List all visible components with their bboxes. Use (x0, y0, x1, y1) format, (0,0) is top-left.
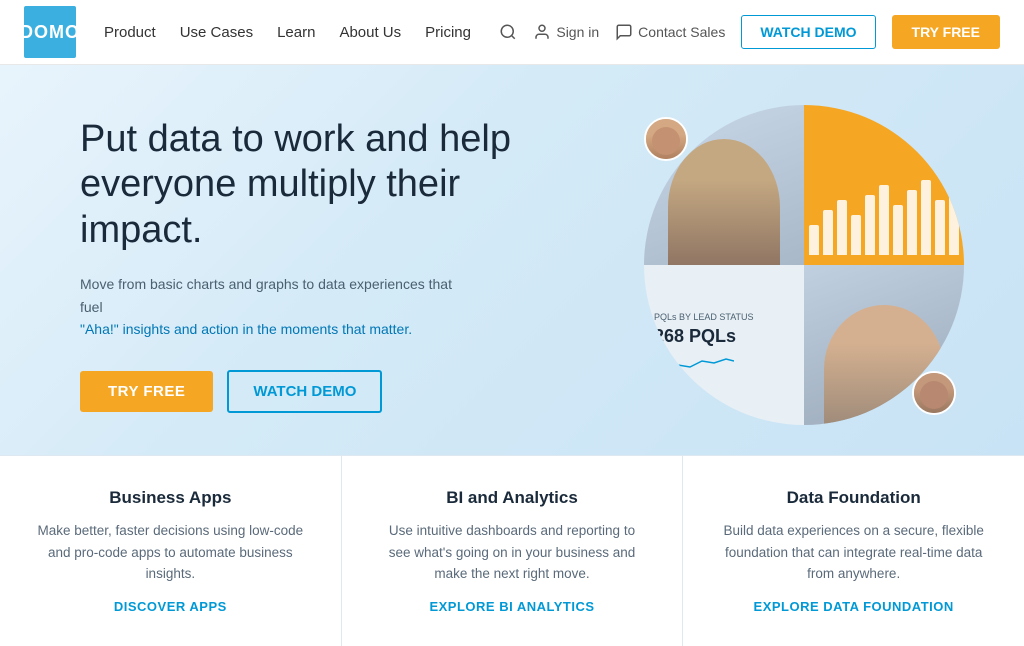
nav-links: Product Use Cases Learn About Us Pricing (104, 20, 471, 45)
mini-bar-chart (809, 175, 959, 255)
user-icon (533, 23, 551, 41)
bar (851, 215, 861, 255)
card-bi-analytics: BI and Analytics Use intuitive dashboard… (342, 456, 684, 646)
hero-subtext: Move from basic charts and graphs to dat… (80, 273, 460, 340)
card-bi-analytics-title: BI and Analytics (378, 488, 647, 508)
chat-icon (615, 23, 633, 41)
bar (865, 195, 875, 255)
bar (949, 175, 959, 255)
navbar: DOMO Product Use Cases Learn About Us Pr… (0, 0, 1024, 65)
bar (823, 210, 833, 255)
bar (935, 200, 945, 255)
card-business-apps-link[interactable]: DISCOVER APPS (36, 599, 305, 614)
stat-quadrant: PQLs BY LEAD STATUS 268 PQLs (644, 265, 804, 425)
avatar-2 (912, 371, 956, 415)
navbar-watch-demo-button[interactable]: WATCH DEMO (741, 15, 875, 49)
hero-circle-collage: PQLs BY LEAD STATUS 268 PQLs (644, 105, 964, 425)
navbar-left: DOMO Product Use Cases Learn About Us Pr… (24, 6, 471, 58)
nav-item-learn[interactable]: Learn (277, 20, 315, 45)
search-icon (499, 23, 517, 41)
nav-item-use-cases[interactable]: Use Cases (180, 20, 253, 45)
hero-visual: PQLs BY LEAD STATUS 268 PQLs (584, 115, 964, 415)
hero-subtext-line2: "Aha!" insights and action in the moment… (80, 321, 412, 337)
mini-sparkline (654, 351, 794, 379)
contact-sales-label: Contact Sales (638, 24, 725, 40)
card-bi-analytics-text: Use intuitive dashboards and reporting t… (378, 520, 647, 585)
sign-in-button[interactable]: Sign in (533, 23, 599, 41)
card-data-foundation-text: Build data experiences on a secure, flex… (719, 520, 988, 585)
navbar-right: Sign in Contact Sales WATCH DEMO TRY FRE… (499, 15, 1000, 49)
bar (837, 200, 847, 255)
card-data-foundation-title: Data Foundation (719, 488, 988, 508)
logo-text: DOMO (20, 22, 80, 43)
bar (809, 225, 819, 255)
stat-label: PQLs BY LEAD STATUS (654, 312, 794, 322)
nav-item-product[interactable]: Product (104, 20, 156, 45)
hero-try-free-button[interactable]: TRY FREE (80, 371, 213, 412)
card-data-foundation-link[interactable]: EXPLORE DATA FOUNDATION (719, 599, 988, 614)
bar (921, 180, 931, 255)
hero-buttons: TRY FREE WATCH DEMO (80, 370, 540, 413)
hero-section: Put data to work and help everyone multi… (0, 65, 1024, 455)
card-business-apps: Business Apps Make better, faster decisi… (0, 456, 342, 646)
bar (907, 190, 917, 255)
hero-watch-demo-button[interactable]: WATCH DEMO (227, 370, 382, 413)
bar-chart-quadrant (804, 105, 964, 265)
bar (893, 205, 903, 255)
search-button[interactable] (499, 23, 517, 41)
hero-content: Put data to work and help everyone multi… (80, 117, 540, 414)
stat-value: 268 PQLs (654, 326, 794, 347)
logo[interactable]: DOMO (24, 6, 76, 58)
sparkline-svg (654, 351, 734, 379)
avatar-1 (644, 117, 688, 161)
card-business-apps-text: Make better, faster decisions using low-… (36, 520, 305, 585)
card-data-foundation: Data Foundation Build data experiences o… (683, 456, 1024, 646)
bar (879, 185, 889, 255)
cards-section: Business Apps Make better, faster decisi… (0, 455, 1024, 646)
nav-item-about-us[interactable]: About Us (339, 20, 401, 45)
nav-item-pricing[interactable]: Pricing (425, 20, 471, 45)
navbar-try-free-button[interactable]: TRY FREE (892, 15, 1000, 49)
sign-in-label: Sign in (556, 24, 599, 40)
contact-sales-button[interactable]: Contact Sales (615, 23, 725, 41)
card-business-apps-title: Business Apps (36, 488, 305, 508)
hero-headline: Put data to work and help everyone multi… (80, 117, 540, 254)
hero-subtext-line1: Move from basic charts and graphs to dat… (80, 276, 452, 314)
card-bi-analytics-link[interactable]: EXPLORE BI ANALYTICS (378, 599, 647, 614)
